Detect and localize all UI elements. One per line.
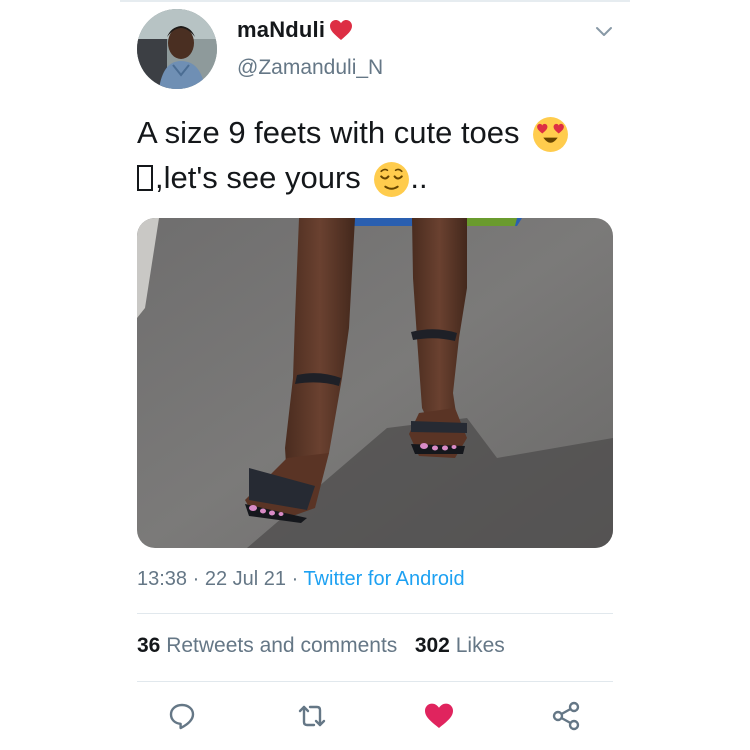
meta-separator-2: · [286,568,304,590]
tweet-line-2: ,let's see yours .. [137,155,627,200]
avatar[interactable] [137,9,217,89]
tweet-stats: 36 Retweets and comments 302 Likes [137,634,505,658]
red-heart-icon [330,20,353,40]
likes-stat[interactable]: 302 Likes [415,634,505,657]
user-handle[interactable]: @Zamanduli_N [237,56,383,80]
tweet-photo[interactable] [137,218,613,548]
tweet-date: 22 Jul 21 [204,568,287,590]
display-name[interactable]: maNduli [237,17,325,43]
tweet-text-line2: ,let's see yours [155,160,361,195]
chevron-down-icon[interactable] [592,20,616,44]
divider [137,681,613,682]
retweets-label: Retweets and comments [166,634,398,657]
like-icon[interactable] [423,700,455,732]
top-divider [120,0,630,2]
retweets-stat[interactable]: 36 Retweets and comments [137,634,397,657]
heart-eyes-emoji-icon [533,117,569,153]
tweet-line-1: A size 9 feets with cute toes [137,110,627,155]
tweet-text: A size 9 feets with cute toes ,let's see… [137,110,627,200]
relieved-face-emoji-icon [374,162,410,198]
likes-label: Likes [455,634,505,657]
share-icon[interactable] [550,700,582,732]
meta-separator-1: · [187,568,205,590]
likes-count: 302 [414,634,450,657]
tweet-source-link[interactable]: Twitter for Android [303,568,464,590]
tweet-photo-image [137,218,613,548]
retweet-icon[interactable] [296,700,328,732]
avatar-photo [137,9,217,89]
tweet-text-line2-end: .. [410,160,428,195]
tweet-time: 13:38 [137,568,188,590]
divider [137,613,613,614]
missing-glyph-box [137,165,153,191]
reply-icon[interactable] [166,700,198,732]
tweet-meta: 13:38 · 22 Jul 21 · Twitter for Android [137,568,465,591]
tweet-text-line1: A size 9 feets with cute toes [137,115,520,150]
retweets-count: 36 [137,634,161,657]
user-name-row[interactable]: maNduli [237,17,353,43]
